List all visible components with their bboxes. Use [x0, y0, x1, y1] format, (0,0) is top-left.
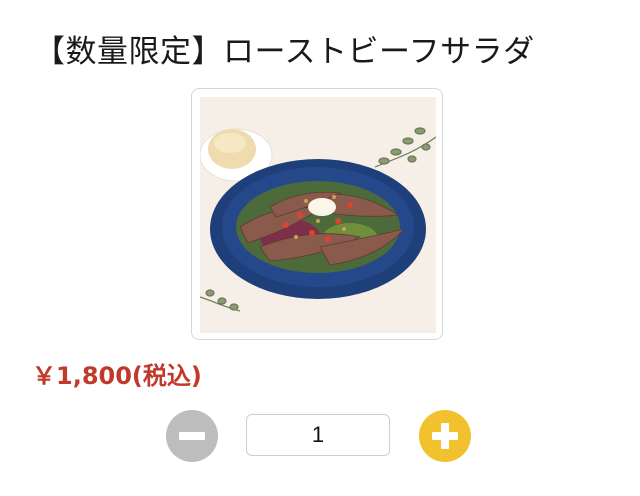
quantity-field[interactable]: 1	[246, 414, 390, 456]
product-image	[200, 97, 436, 333]
plus-circle-icon	[432, 423, 458, 449]
increase-quantity-button[interactable]	[419, 410, 471, 462]
quantity-stepper: 1	[0, 408, 640, 464]
product-image-frame	[191, 88, 443, 340]
product-price: ￥1,800(税込)	[32, 362, 202, 390]
minus-circle-icon	[179, 432, 205, 440]
product-title: 【数量限定】ローストビーフサラダ	[34, 34, 535, 70]
decrease-quantity-button[interactable]	[166, 410, 218, 462]
